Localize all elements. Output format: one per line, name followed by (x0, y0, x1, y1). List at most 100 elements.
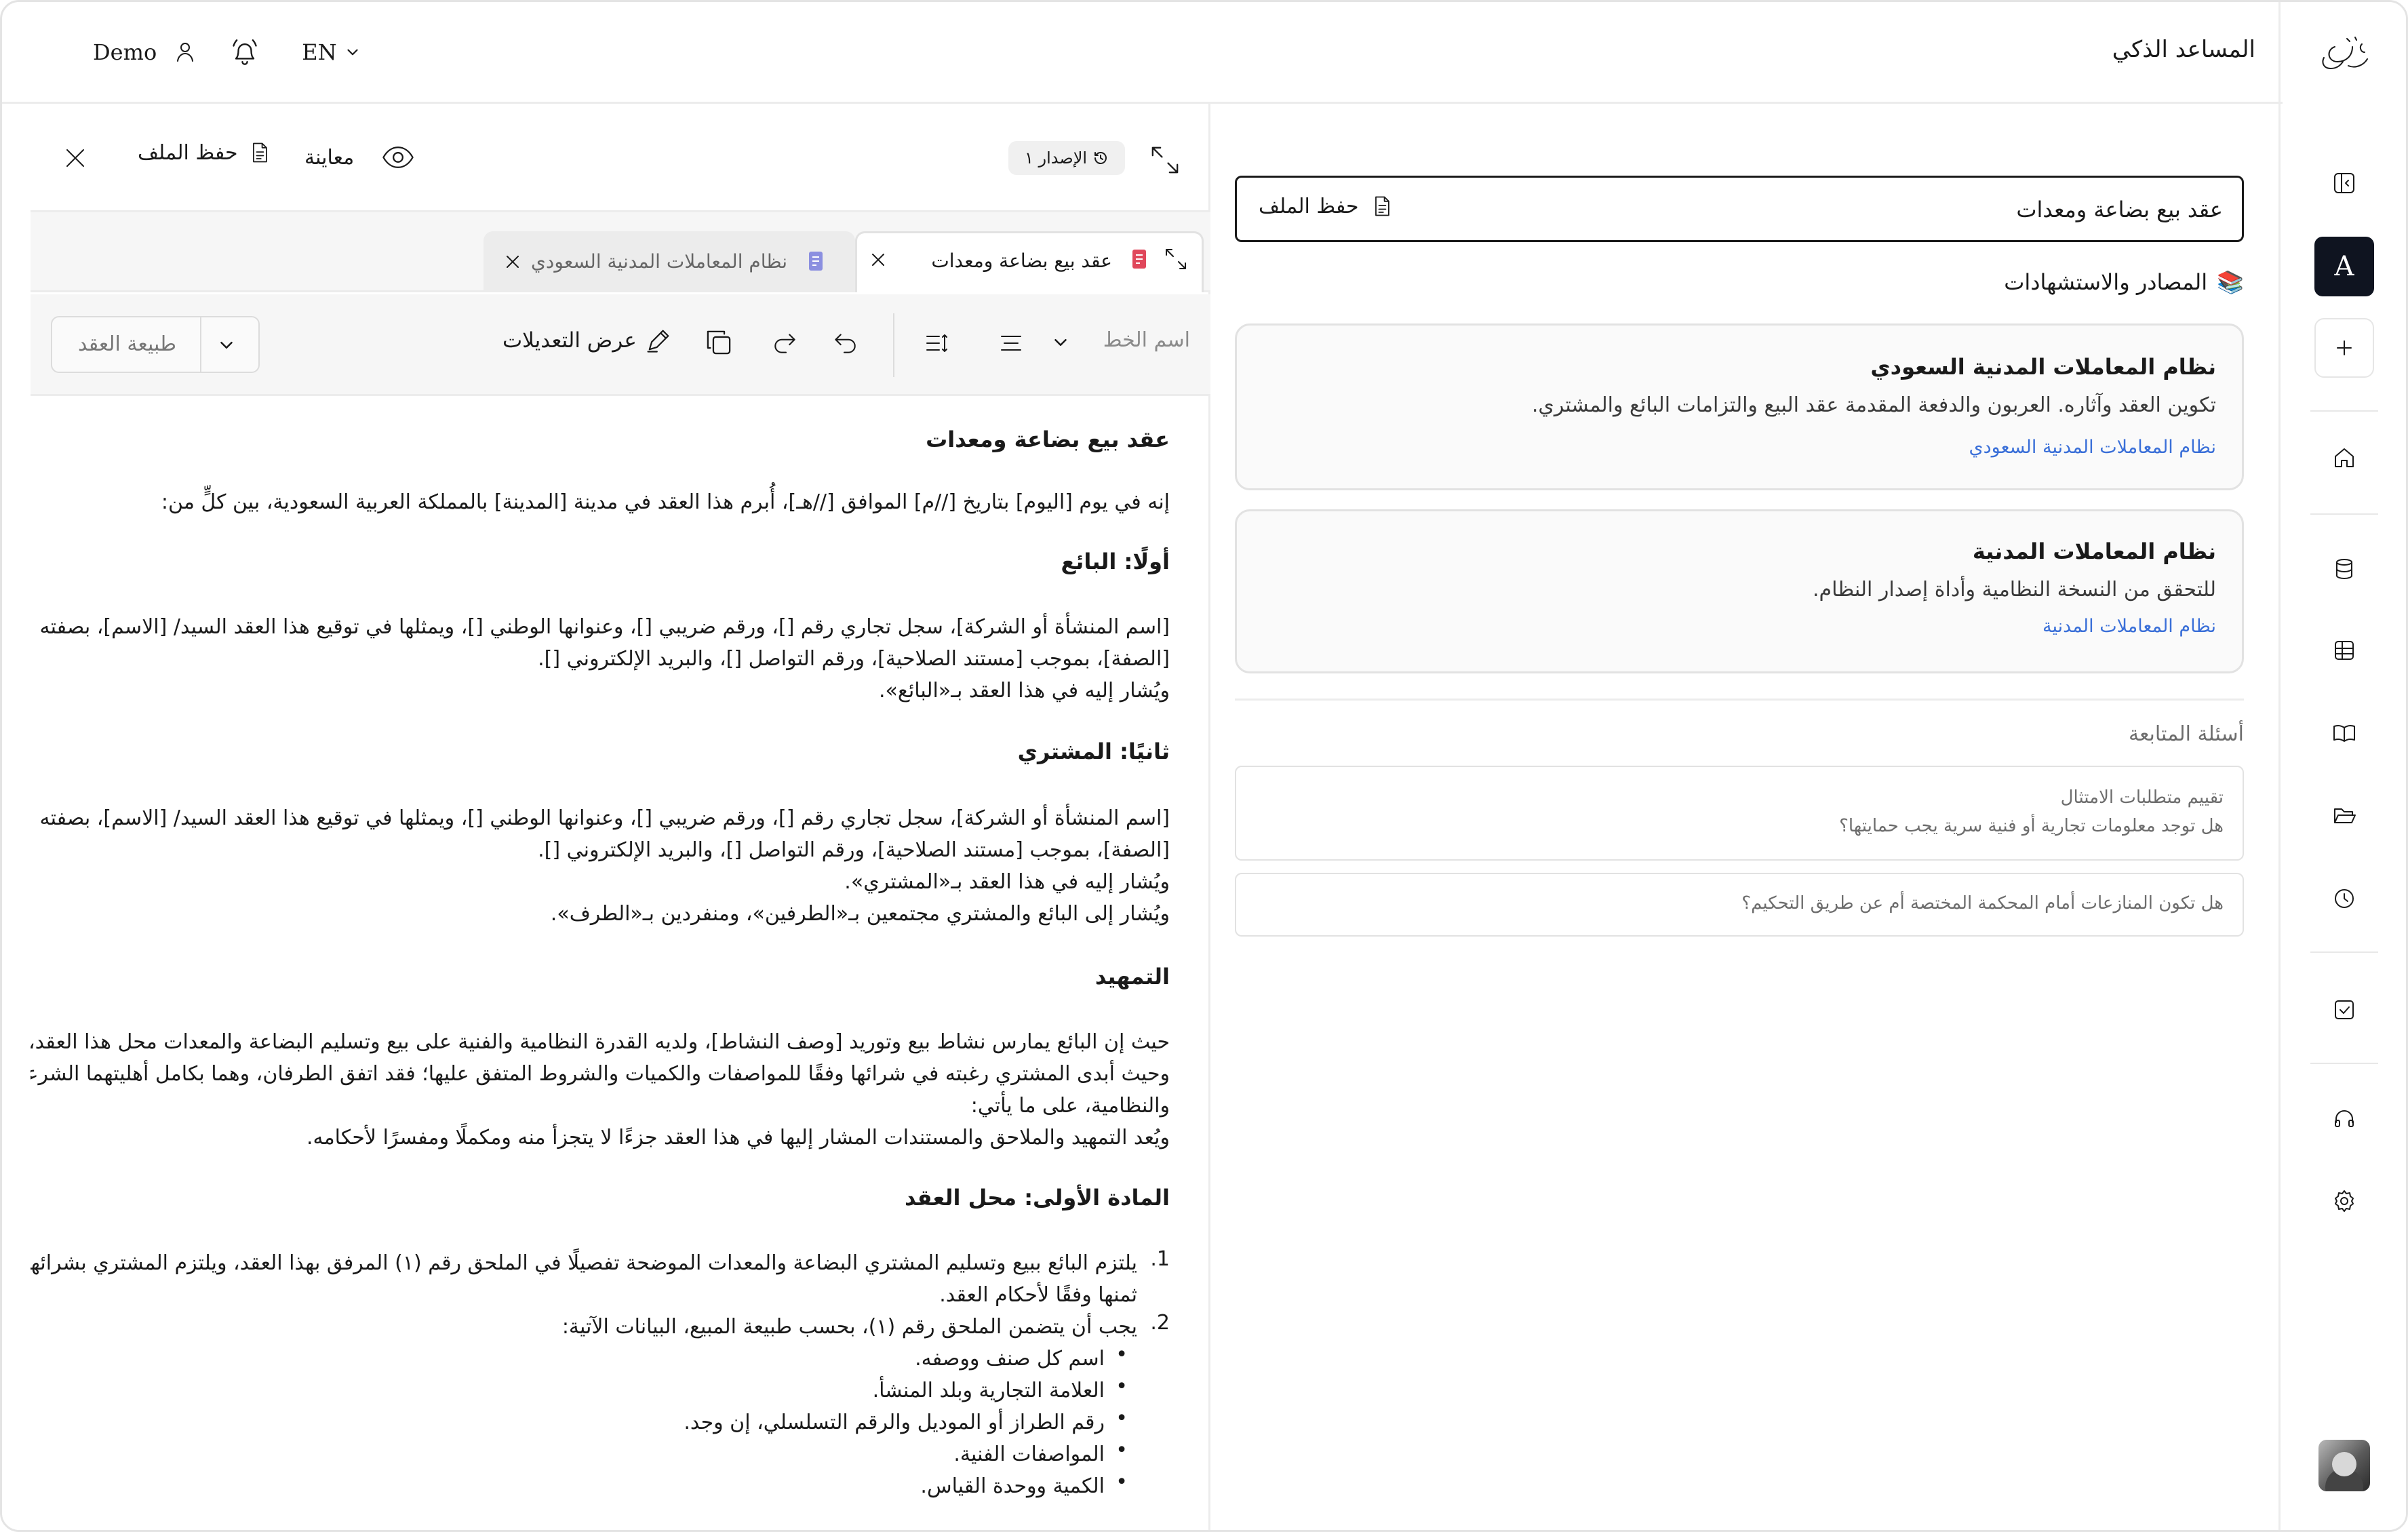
document-editor: حفظ الملف معاينة الإصدار ١ نظام المعاملا… (31, 104, 1210, 1530)
checkbox-icon (2335, 1000, 2354, 1019)
align-icon[interactable] (998, 330, 1025, 357)
divider (893, 313, 894, 377)
eye-icon (382, 146, 414, 168)
preamble-line: ويُعد التمهيد والملاحق والمستندات المشار… (306, 1126, 1170, 1150)
folder-button[interactable] (2314, 786, 2374, 846)
history-icon (1094, 152, 1107, 164)
list-item: يجب أن يتضمن الملحق رقم (١)، بحسب طبيعة … (561, 1315, 1137, 1339)
file-text-icon (1375, 196, 1389, 216)
preview-button[interactable]: معاينة (304, 140, 415, 174)
divider (2310, 410, 2378, 412)
file-card[interactable]: عقد بيع بضاعة ومعدات حفظ الملف (1235, 176, 2244, 242)
preview-label: معاينة (304, 145, 355, 170)
version-badge[interactable]: الإصدار ١ (1008, 141, 1125, 175)
document-icon (809, 252, 823, 271)
plus-icon (2337, 340, 2352, 355)
expand-icon[interactable] (1148, 143, 1182, 177)
redo-icon[interactable] (771, 328, 800, 357)
source-title: نظام المعاملات المدنية (1972, 538, 2216, 564)
seller-line: [اسم المنشأة أو الشركة]، سجل تجاري رقم [… (39, 615, 1170, 639)
document-body[interactable]: عقد بيع بضاعة ومعدات إنه في يوم [اليوم] … (31, 398, 1210, 1530)
history-button[interactable] (2314, 869, 2374, 928)
source-card[interactable]: نظام المعاملات المدنية للتحقق من النسخة … (1235, 509, 2244, 673)
tab-goods-contract[interactable]: عقد بيع بضاعة ومعدات (855, 231, 1204, 292)
expand-icon[interactable] (1162, 245, 1189, 273)
account-button[interactable]: A (2314, 237, 2374, 296)
contract-nature-label: طبيعة العقد (78, 332, 176, 356)
account-initial: A (2334, 251, 2354, 282)
undo-icon[interactable] (831, 328, 859, 357)
database-icon (2336, 559, 2352, 579)
article-heading: المادة الأولى: محل العقد (904, 1185, 1170, 1211)
source-card[interactable]: نظام المعاملات المدنية السعودي تكوين الع… (1235, 323, 2244, 490)
source-body: للتحقق من النسخة النظامية وأداة إصدار ال… (1812, 578, 2216, 602)
home-icon (2335, 448, 2354, 467)
save-file-button[interactable]: حفظ الملف (138, 140, 272, 165)
document-title: عقد بيع بضاعة ومعدات (926, 427, 1170, 452)
chevron-down-icon[interactable] (1050, 332, 1071, 353)
panel-collapse-icon (2334, 173, 2354, 193)
followup-line: تقييم متطلبات الامتثال (2060, 787, 2224, 808)
sidebar-rail: A (2278, 2, 2406, 1530)
database-button[interactable] (2314, 539, 2374, 599)
list-item: العلامة التجارية وبلد المنشأ. (872, 1379, 1105, 1402)
bullet: • (1116, 1438, 1128, 1462)
list-item: الكمية ووحدة القياس. (920, 1474, 1105, 1498)
source-title: نظام المعاملات المدنية السعودي (1870, 354, 2216, 380)
library-button[interactable] (2314, 703, 2374, 763)
settings-button[interactable] (2314, 1171, 2374, 1231)
save-file-button[interactable]: حفظ الملف (1259, 194, 1394, 218)
followup-question[interactable]: تقييم متطلبات الامتثال هل توجد معلومات ت… (1235, 766, 2244, 861)
list-item: رقم الطراز أو الموديل والرقم التسلسلي، إ… (684, 1411, 1105, 1434)
close-tab-icon[interactable] (868, 250, 888, 270)
user-name[interactable]: Demo (93, 39, 157, 65)
font-name-select[interactable]: اسم الخط (1103, 328, 1190, 352)
user-icon[interactable] (172, 39, 199, 66)
home-button[interactable] (2314, 428, 2374, 488)
divider (200, 317, 201, 372)
list-item: اسم كل صنف ووصفه. (915, 1347, 1105, 1371)
close-icon[interactable] (62, 144, 89, 172)
followup-line: هل توجد معلومات تجارية أو فنية سرية يجب … (1839, 816, 2224, 836)
contract-nature-select[interactable]: طبيعة العقد (51, 316, 260, 373)
buyer-line: ويُشار إلى البائع والمشتري مجتمعين بـ«ال… (550, 902, 1170, 926)
divider (2310, 951, 2378, 953)
bell-icon[interactable] (227, 35, 262, 70)
clock-icon (2335, 889, 2354, 908)
tab-saudi-civil-transactions[interactable]: نظام المعاملات المدنية السعودي (483, 231, 855, 292)
buyer-line: [الصفة]، بموجب [مستند الصلاحية]، ورقم ال… (538, 838, 1170, 862)
bullet: • (1116, 1343, 1128, 1367)
user-avatar[interactable] (2318, 1440, 2370, 1491)
chevron-down-icon[interactable] (344, 43, 361, 61)
collapse-panel-button[interactable] (2314, 153, 2374, 213)
support-button[interactable] (2314, 1088, 2374, 1148)
show-changes-label: عرض التعديلات (502, 328, 637, 353)
buyer-line: [اسم المنشأة أو الشركة]، سجل تجاري رقم [… (39, 806, 1170, 830)
language-selector[interactable]: EN (302, 39, 336, 65)
source-body: تكوين العقد وآثاره. العربون والدفعة المق… (1531, 393, 2216, 417)
pencil-icon (647, 330, 669, 353)
line-spacing-icon[interactable] (923, 330, 950, 357)
gear-icon (2335, 1190, 2354, 1212)
source-link[interactable]: نظام المعاملات المدنية (2042, 616, 2216, 637)
buyer-heading: ثانيًا: المشتري (1017, 739, 1170, 764)
tasks-button[interactable] (2314, 980, 2374, 1040)
close-tab-icon[interactable] (502, 252, 523, 272)
list-number: .2 (1150, 1311, 1170, 1335)
file-text-icon (252, 142, 267, 163)
preamble-line: وحيث أبدى المشتري رغبته في شرائها وفقًا … (31, 1062, 1170, 1086)
list-number: .1 (1150, 1247, 1170, 1271)
table-button[interactable] (2314, 621, 2374, 680)
app-title: المساعد الذكي (2112, 36, 2255, 63)
followup-heading: أسئلة المتابعة (2129, 722, 2244, 746)
books-icon: 📚 (2217, 269, 2244, 295)
new-chat-button[interactable] (2314, 318, 2374, 378)
preamble-heading: التمهيد (1094, 964, 1170, 989)
followup-question[interactable]: هل تكون المنازعات أمام المحكمة المختصة أ… (1235, 873, 2244, 937)
header-user-area: Demo EN (93, 35, 361, 70)
editor-toolbar: طبيعة العقد عرض التعديلات اسم الخط (31, 294, 1210, 396)
copy-icon[interactable] (703, 327, 734, 358)
source-link[interactable]: نظام المعاملات المدنية السعودي (1969, 437, 2216, 458)
document-intro: إنه في يوم [اليوم] بتاريخ [//م] الموافق … (161, 490, 1170, 514)
show-changes-button[interactable]: عرض التعديلات (502, 326, 673, 355)
